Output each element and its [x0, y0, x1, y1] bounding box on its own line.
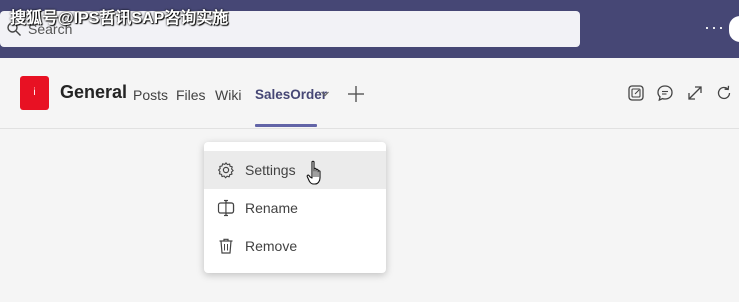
expand-icon[interactable] [686, 84, 704, 102]
tab-posts[interactable]: Posts [133, 87, 168, 103]
menu-item-label: Remove [245, 238, 298, 254]
user-avatar[interactable] [729, 16, 739, 42]
chat-icon[interactable] [656, 84, 674, 102]
refresh-icon[interactable] [715, 84, 733, 102]
rename-icon [217, 199, 235, 217]
tab-salesorder[interactable]: SalesOrder [255, 87, 327, 102]
menu-item-rename[interactable]: Rename [204, 189, 386, 227]
team-avatar[interactable]: i [20, 76, 49, 110]
popout-icon[interactable] [627, 84, 645, 102]
tab-options-menu: Settings Rename Remove [204, 142, 386, 273]
hand-pointer-icon [306, 160, 321, 185]
tab-files[interactable]: Files [176, 87, 206, 103]
gear-icon [218, 162, 234, 179]
channel-title: General [60, 82, 128, 102]
menu-item-label: Rename [245, 200, 298, 216]
active-tab-indicator [255, 124, 317, 127]
menu-item-label: Settings [245, 162, 296, 178]
menu-item-settings[interactable]: Settings [204, 151, 386, 189]
watermark: 搜狐号@IPS哲讯SAP咨询实施 [10, 10, 229, 27]
more-options-button[interactable]: ··· [704, 18, 725, 36]
tab-wiki[interactable]: Wiki [215, 87, 241, 103]
menu-item-remove[interactable]: Remove [204, 227, 386, 265]
plus-icon[interactable] [346, 84, 366, 104]
channel-header: i General Posts Files Wiki SalesOrder [0, 58, 739, 129]
trash-icon [219, 238, 233, 254]
chevron-down-icon[interactable] [320, 89, 330, 99]
